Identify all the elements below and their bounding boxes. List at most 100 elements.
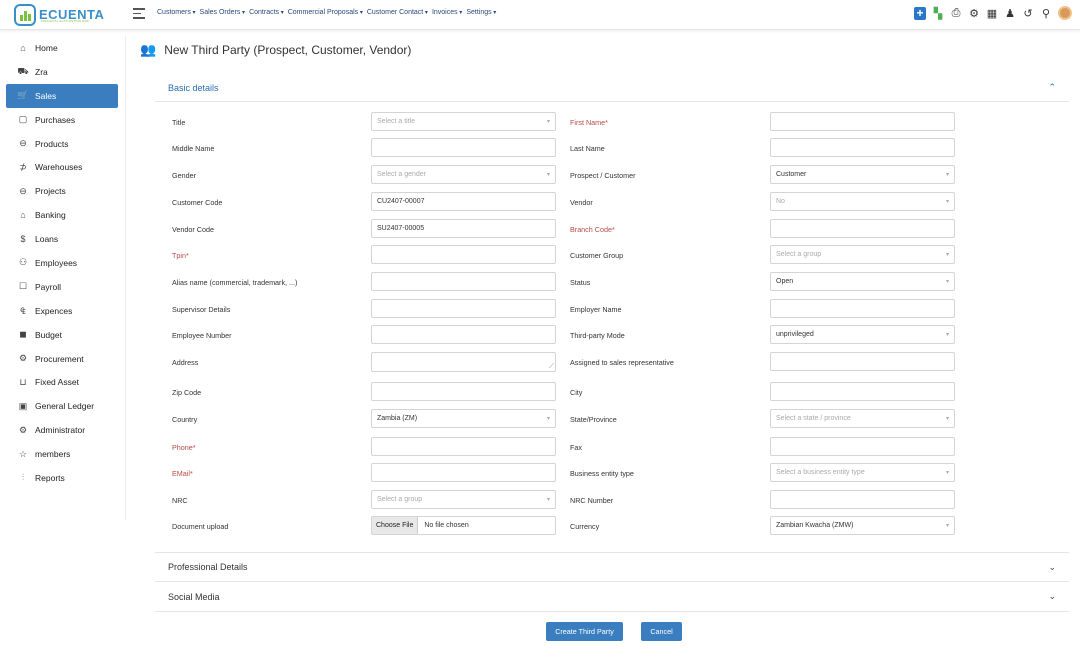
create-third-party-button[interactable]: Create Third Party <box>546 622 623 641</box>
sidebar-item-procurement[interactable]: ⚙ Procurement <box>0 347 125 371</box>
chevron-up-icon[interactable]: ⌃ <box>1048 82 1056 93</box>
placeholder-text: Select a gender <box>377 171 427 178</box>
branch-code-input[interactable] <box>770 219 955 238</box>
briefcase-icon: ⊖ <box>19 185 27 196</box>
customer-group-select[interactable]: Select a group <box>770 245 955 264</box>
status-select[interactable]: Open <box>770 272 955 291</box>
top-menu-item[interactable]: Settings <box>466 9 496 16</box>
section-professional-details[interactable]: Professional Details ⌄ <box>155 552 1069 582</box>
last-name-input[interactable] <box>770 138 955 157</box>
title-select[interactable]: Select a title <box>371 112 556 131</box>
prospect-customer-select[interactable]: Customer <box>770 165 955 184</box>
city-input[interactable] <box>770 382 955 401</box>
state-province-select[interactable]: Select a state / province <box>770 409 955 428</box>
email-input[interactable] <box>371 463 556 482</box>
sidebar-item-employees[interactable]: ⚇ Employees <box>0 251 125 275</box>
section-social-media[interactable]: Social Media ⌄ <box>155 582 1069 612</box>
calendar-icon[interactable]: ▦ <box>986 7 998 20</box>
section-basic-details[interactable]: Basic details ⌃ <box>155 74 1069 102</box>
top-navbar: ECUENTA FINANCIAL ACCOUNTING ERP Custome… <box>0 0 1080 30</box>
choose-file-button[interactable]: Choose File <box>372 517 419 534</box>
sidebar-item-label: Payroll <box>35 281 61 292</box>
sidebar-item-home[interactable]: ⌂ Home <box>0 36 125 60</box>
vendor-code-input[interactable]: SU2407-00005 <box>371 219 556 238</box>
zip-code-input[interactable] <box>371 382 556 401</box>
top-menu-item[interactable]: Contracts <box>249 9 284 16</box>
page-title-text: New Third Party (Prospect, Customer, Ven… <box>164 43 412 57</box>
user-avatar[interactable] <box>1058 6 1072 20</box>
gear-icon[interactable]: ⚙ <box>968 7 980 20</box>
address-input[interactable]: ⟋ <box>371 352 556 372</box>
nrc-select[interactable]: Select a group <box>371 490 556 509</box>
brand-logo[interactable]: ECUENTA FINANCIAL ACCOUNTING ERP <box>14 4 124 26</box>
business-entity-type-select[interactable]: Select a business entity type <box>770 463 955 482</box>
sidebar-item-general-ledger[interactable]: ▣ General Ledger <box>0 394 125 418</box>
asset-icon: ⊔ <box>19 376 27 387</box>
sidebar-item-expences[interactable]: ₠ Expences <box>0 299 125 323</box>
sidebar-item-fixed-asset[interactable]: ⊔ Fixed Asset <box>0 370 125 394</box>
field-label: Zip Code <box>172 388 202 397</box>
sidebar-item-label: Budget <box>35 329 62 340</box>
employer-name-input[interactable] <box>770 299 955 318</box>
sidebar-item-label: Administrator <box>35 425 86 436</box>
hamburger-menu-icon[interactable] <box>133 8 145 20</box>
first-name-input[interactable] <box>770 112 955 131</box>
sidebar-item-label: Banking <box>35 210 66 221</box>
sidebar-item-budget[interactable]: ◼ Budget <box>0 323 125 347</box>
sidebar-item-zra[interactable]: ⛟ Zra <box>0 60 125 84</box>
users-icon[interactable]: ▚ <box>932 7 944 20</box>
sidebar-item-purchases[interactable]: ▢ Purchases <box>0 108 125 132</box>
middle-name-input[interactable] <box>371 138 556 157</box>
cancel-button[interactable]: Cancel <box>641 622 682 641</box>
phone-input[interactable] <box>371 437 556 456</box>
bell-icon[interactable]: ♟ <box>1004 7 1016 20</box>
sidebar-item-sales[interactable]: 🛒 Sales <box>6 83 118 108</box>
sidebar-item-loans[interactable]: $ Loans <box>0 227 125 251</box>
nrc-number-input[interactable] <box>770 490 955 509</box>
top-menu-item[interactable]: Customers <box>157 9 196 16</box>
supervisor-details-input[interactable] <box>371 299 556 318</box>
add-icon[interactable]: + <box>914 6 926 20</box>
tpin-input[interactable] <box>371 245 556 264</box>
field-label: Prospect / Customer <box>570 171 636 180</box>
sidebar-item-label: Purchases <box>35 114 76 125</box>
sidebar-item-payroll[interactable]: ☐ Payroll <box>0 275 125 299</box>
placeholder-text: Select a title <box>377 118 416 125</box>
sidebar-item-label: Products <box>35 138 69 149</box>
sidebar-item-banking[interactable]: ⌂ Banking <box>0 203 125 227</box>
top-menu-item[interactable]: Sales Orders <box>200 9 246 16</box>
field-label: Title <box>172 118 186 127</box>
third-party-mode-select[interactable]: unprivileged <box>770 325 955 344</box>
document-upload-file-input[interactable]: Choose File No file chosen <box>371 516 556 535</box>
sidebar-item-warehouses[interactable]: ⊅ Warehouses <box>0 155 125 179</box>
sidebar-item-label: Warehouses <box>35 162 83 173</box>
fax-input[interactable] <box>770 437 955 456</box>
location-icon[interactable]: ⚲ <box>1040 7 1052 20</box>
top-menu-item[interactable]: Customer Contact <box>367 9 428 16</box>
assigned-to-sales-representative-input[interactable] <box>770 352 955 371</box>
placeholder-text: Select a state / province <box>776 415 851 422</box>
history-icon[interactable]: ↺ <box>1022 7 1034 20</box>
resize-handle-icon[interactable]: ⟋ <box>549 363 554 371</box>
sidebar-item-administrator[interactable]: ⚙ Administrator <box>0 418 125 442</box>
employee-number-input[interactable] <box>371 325 556 344</box>
car-icon: ⛟ <box>17 65 29 76</box>
top-menu-item[interactable]: Invoices <box>432 9 462 16</box>
top-menu-item[interactable]: Commercial Proposals <box>288 9 363 16</box>
alias-name-commercial-trademark-input[interactable] <box>371 272 556 291</box>
vendor-select[interactable]: No <box>770 192 955 211</box>
chevron-down-icon[interactable]: ⌄ <box>1048 591 1056 602</box>
field-label: Fax <box>570 443 582 452</box>
chevron-down-icon[interactable]: ⌄ <box>1048 562 1056 573</box>
sidebar-item-members[interactable]: ☆ members <box>0 442 125 466</box>
gender-select[interactable]: Select a gender <box>371 165 556 184</box>
sidebar-item-projects[interactable]: ⊖ Projects <box>0 179 125 203</box>
country-select[interactable]: Zambia (ZM) <box>371 409 556 428</box>
field-label: NRC <box>172 496 188 505</box>
sidebar-item-label: Expences <box>35 305 73 316</box>
sidebar-item-reports[interactable]: ⫶ Reports <box>0 466 125 490</box>
customer-code-input[interactable]: CU2407-00007 <box>371 192 556 211</box>
currency-select[interactable]: Zambian Kwacha (ZMW) <box>770 516 955 535</box>
sidebar-item-products[interactable]: ⊖ Products <box>0 132 125 156</box>
printer-icon[interactable]: ⎙ <box>950 7 962 20</box>
